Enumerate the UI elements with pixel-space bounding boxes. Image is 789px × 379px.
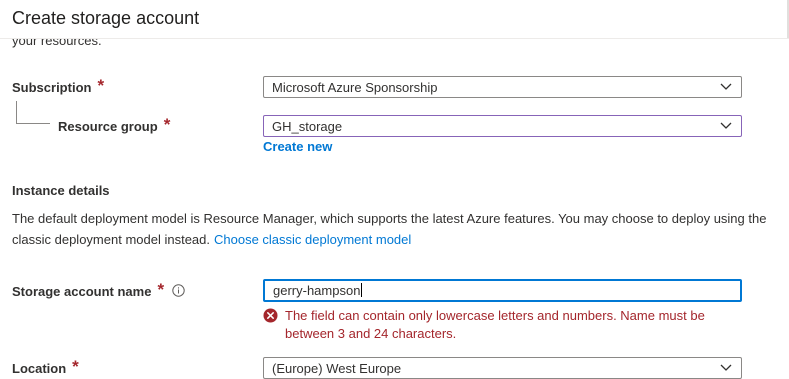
location-dropdown[interactable]: (Europe) West Europe — [263, 357, 742, 379]
instance-details-heading: Instance details — [12, 183, 110, 198]
resource-group-dropdown[interactable]: GH_storage — [263, 115, 742, 137]
required-asterisk: * — [157, 280, 165, 299]
resource-group-label-text: Resource group — [58, 119, 158, 134]
page-title: Create storage account — [12, 8, 200, 28]
storage-account-name-text: gerry-hampson — [273, 283, 361, 298]
hierarchy-connector — [16, 101, 50, 124]
deployment-model-description: The default deployment model is Resource… — [12, 208, 772, 250]
storage-account-name-label: Storage account name * — [12, 280, 185, 301]
info-circle-icon[interactable] — [172, 284, 185, 297]
chevron-down-icon — [720, 364, 732, 371]
required-asterisk: * — [163, 115, 171, 134]
location-label-text: Location — [12, 361, 67, 376]
storage-account-name-value: gerry-hampson — [273, 283, 363, 298]
chevron-down-icon — [720, 122, 732, 129]
subscription-label-text: Subscription — [12, 80, 92, 95]
blade-header: Create storage account — [0, 0, 789, 39]
storage-account-name-label-text: Storage account name — [12, 284, 152, 299]
storage-account-name-error: The field can contain only lowercase let… — [285, 308, 705, 341]
text-caret — [361, 283, 363, 297]
location-value: (Europe) West Europe — [272, 361, 402, 376]
resource-group-label: Resource group * — [58, 115, 171, 136]
subscription-value: Microsoft Azure Sponsorship — [272, 80, 438, 95]
create-new-link[interactable]: Create new — [263, 139, 332, 154]
location-label: Location * — [12, 357, 79, 378]
subscription-label: Subscription * — [12, 76, 105, 97]
subscription-dropdown[interactable]: Microsoft Azure Sponsorship — [263, 76, 742, 98]
resource-group-value: GH_storage — [272, 119, 343, 134]
required-asterisk: * — [97, 76, 105, 95]
storage-account-name-input[interactable]: gerry-hampson — [263, 279, 742, 302]
choose-classic-deployment-link[interactable]: Choose classic deployment model — [214, 232, 411, 247]
error-circle-icon — [263, 308, 278, 323]
create-storage-account-blade: your resources. Create storage account S… — [0, 0, 789, 379]
required-asterisk: * — [72, 357, 79, 376]
chevron-down-icon — [720, 83, 732, 90]
